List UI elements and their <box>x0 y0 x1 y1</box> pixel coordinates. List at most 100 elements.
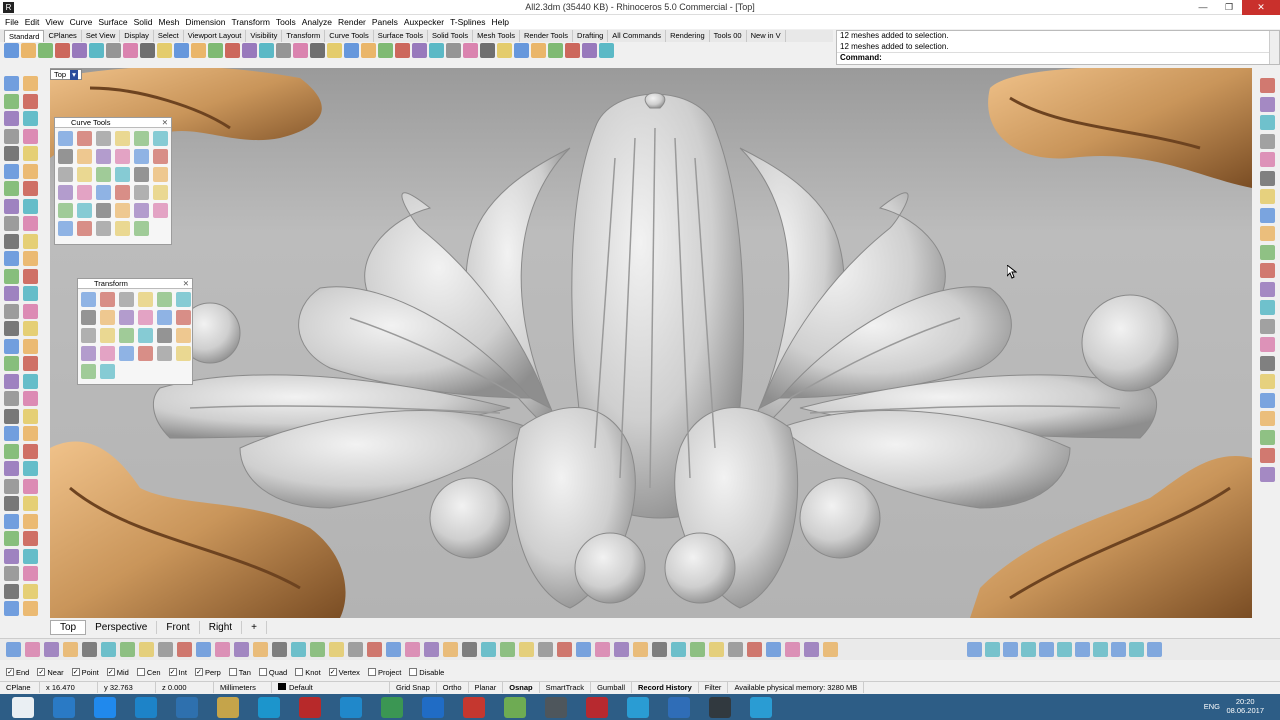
tool-icon[interactable] <box>81 364 96 379</box>
tool-icon[interactable] <box>463 43 478 58</box>
tool-icon[interactable] <box>225 43 240 58</box>
tool-icon[interactable] <box>4 128 19 144</box>
tool-icon[interactable] <box>138 346 153 361</box>
tool-icon[interactable] <box>158 642 173 657</box>
tool-icon[interactable] <box>329 642 344 657</box>
tool-icon[interactable] <box>23 146 38 161</box>
tool-icon[interactable] <box>23 268 38 284</box>
tool-icon[interactable] <box>101 642 116 657</box>
close-icon[interactable]: ✕ <box>162 118 168 127</box>
menu-item[interactable]: File <box>4 15 24 29</box>
checkbox[interactable] <box>258 668 267 676</box>
tool-icon[interactable] <box>1129 642 1144 657</box>
planar-toggle[interactable]: Planar <box>469 682 504 693</box>
tool-icon[interactable] <box>176 292 191 307</box>
tool-icon[interactable] <box>1021 642 1036 657</box>
menu-item[interactable]: Edit <box>24 15 45 29</box>
checkbox[interactable]: ✓ <box>106 668 115 676</box>
tool-icon[interactable] <box>23 601 38 616</box>
tool-icon[interactable] <box>500 642 515 657</box>
tool-icon[interactable] <box>89 43 104 58</box>
tool-icon[interactable] <box>215 642 230 657</box>
osnap-vertex[interactable]: ✓ Vertex <box>328 668 360 677</box>
tool-icon[interactable] <box>671 642 686 657</box>
tool-icon[interactable] <box>1111 642 1126 657</box>
tool-icon[interactable] <box>538 642 553 657</box>
tool-icon[interactable] <box>81 292 96 307</box>
tool-icon[interactable] <box>4 233 19 249</box>
tool-icon[interactable] <box>4 43 19 58</box>
ortho-toggle[interactable]: Ortho <box>437 682 469 693</box>
tool-icon[interactable] <box>119 328 134 343</box>
tool-icon[interactable] <box>157 328 172 343</box>
tool-icon[interactable] <box>4 513 19 529</box>
tool-icon[interactable] <box>690 642 705 657</box>
menu-item[interactable]: Transform <box>230 15 274 29</box>
tool-icon[interactable] <box>652 642 667 657</box>
tool-icon[interactable] <box>443 642 458 657</box>
app-icon[interactable] <box>709 697 731 718</box>
menu-item[interactable]: View <box>44 15 68 29</box>
tool-icon[interactable] <box>1260 133 1275 149</box>
tool-icon[interactable] <box>4 461 19 476</box>
tool-icon[interactable] <box>1039 642 1054 657</box>
tool-icon[interactable] <box>614 642 629 657</box>
tool-icon[interactable] <box>23 181 38 196</box>
checkbox[interactable]: ✓ <box>37 668 46 676</box>
tool-icon[interactable] <box>4 356 19 371</box>
tool-icon[interactable] <box>119 292 134 307</box>
tool-icon[interactable] <box>361 43 376 58</box>
tool-icon[interactable] <box>276 43 291 58</box>
tool-icon[interactable] <box>4 251 19 266</box>
tool-icon[interactable] <box>4 111 19 126</box>
tool-icon[interactable] <box>115 203 130 218</box>
osnap-project[interactable]: Project <box>367 668 401 677</box>
start-icon[interactable] <box>12 697 34 718</box>
toolbar-tab[interactable]: Display <box>120 30 154 42</box>
tool-icon[interactable] <box>58 167 73 182</box>
tool-icon[interactable] <box>153 131 168 146</box>
tool-icon[interactable] <box>429 43 444 58</box>
tool-icon[interactable] <box>4 408 19 424</box>
gumball-toggle[interactable]: Gumball <box>591 682 632 693</box>
tool-icon[interactable] <box>386 642 401 657</box>
tool-icon[interactable] <box>157 346 172 361</box>
tool-icon[interactable] <box>4 583 19 599</box>
tool-icon[interactable] <box>23 548 38 564</box>
tool-icon[interactable] <box>23 513 38 529</box>
tool-icon[interactable] <box>1260 226 1275 241</box>
checkbox[interactable] <box>228 668 237 676</box>
tool-icon[interactable] <box>157 310 172 325</box>
tool-icon[interactable] <box>4 163 19 179</box>
tool-icon[interactable] <box>1260 411 1275 426</box>
toolbar-tab[interactable]: Curve Tools <box>325 30 374 42</box>
tool-icon[interactable] <box>462 642 477 657</box>
folder-icon[interactable] <box>217 697 239 718</box>
tool-icon[interactable] <box>405 642 420 657</box>
toolbar-tab[interactable]: Visibility <box>246 30 283 42</box>
tool-icon[interactable] <box>119 310 134 325</box>
toolbar-tab[interactable]: All Commands <box>608 30 667 42</box>
tool-icon[interactable] <box>1260 170 1275 186</box>
menu-item[interactable]: T-Splines <box>449 15 490 29</box>
tool-icon[interactable] <box>1260 392 1275 408</box>
tool-icon[interactable] <box>4 548 19 564</box>
tool-icon[interactable] <box>25 642 40 657</box>
tool-icon[interactable] <box>106 43 121 58</box>
skype-icon[interactable] <box>258 697 280 718</box>
toolbar-tab[interactable]: Set View <box>82 30 121 42</box>
toolbar-tab[interactable]: Select <box>154 30 184 42</box>
tool-icon[interactable] <box>153 167 168 182</box>
tool-icon[interactable] <box>134 185 149 200</box>
menu-item[interactable]: Curve <box>69 15 98 29</box>
osnap-cen[interactable]: Cen <box>136 668 161 677</box>
tool-icon[interactable] <box>785 642 800 657</box>
tool-icon[interactable] <box>23 163 38 179</box>
tool-icon[interactable] <box>4 496 19 511</box>
tool-icon[interactable] <box>100 328 115 343</box>
tool-icon[interactable] <box>23 251 38 266</box>
toolbar-tab[interactable]: New in V <box>747 30 786 42</box>
tab-right[interactable]: Right <box>200 620 243 634</box>
checkbox[interactable]: ✓ <box>168 668 177 676</box>
tool-icon[interactable] <box>44 642 59 657</box>
